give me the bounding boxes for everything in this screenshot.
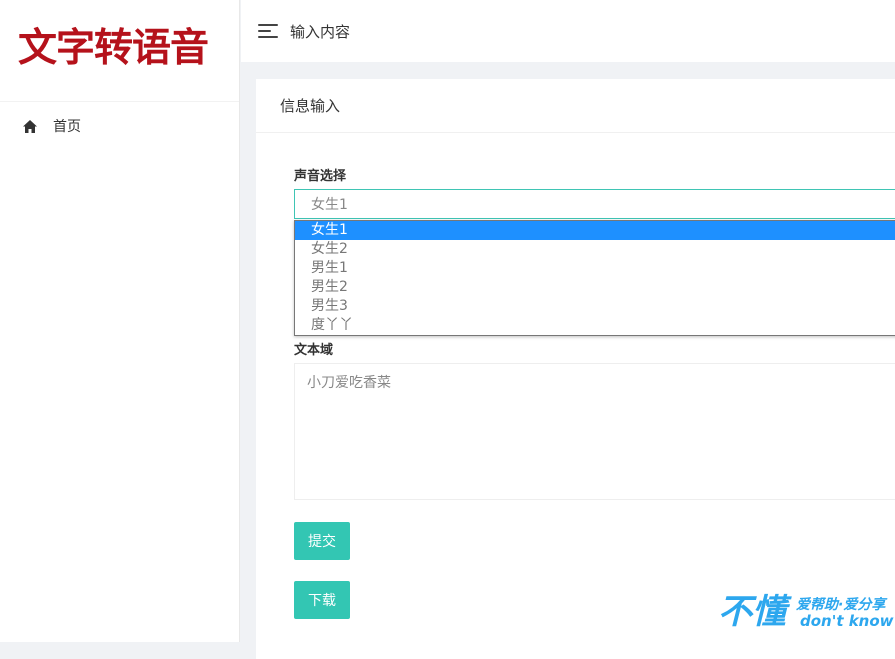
menu-toggle-icon[interactable] (258, 23, 278, 39)
text-input-area[interactable]: 小刀爱吃香菜 (294, 363, 895, 500)
voice-option[interactable]: 男生3 (295, 297, 895, 316)
submit-button[interactable]: 提交 (294, 522, 350, 560)
textarea-label: 文本域 (294, 343, 334, 358)
voice-option[interactable]: 度丫丫 (295, 316, 895, 335)
home-icon (22, 118, 38, 134)
card-title: 信息输入 (256, 79, 895, 133)
info-input-card: 信息输入 声音选择 女生1 女生1 女生2 男生1 男生2 男生3 度丫丫 文本… (256, 79, 895, 659)
sidebar: 文字转语音 首页 (0, 0, 240, 642)
sidebar-item-home[interactable]: 首页 (0, 110, 239, 142)
top-header: 输入内容 (241, 0, 895, 62)
header-title: 输入内容 (290, 22, 351, 41)
voice-select[interactable]: 女生1 (294, 189, 895, 219)
voice-option[interactable]: 女生2 (295, 240, 895, 259)
sidebar-divider (0, 101, 239, 102)
voice-select-label: 声音选择 (294, 169, 347, 184)
download-button[interactable]: 下载 (294, 581, 350, 619)
voice-option[interactable]: 男生2 (295, 278, 895, 297)
voice-option[interactable]: 女生1 (295, 221, 895, 240)
voice-option[interactable]: 男生1 (295, 259, 895, 278)
app-logo: 文字转语音 (18, 26, 209, 71)
voice-dropdown-list: 女生1 女生2 男生1 男生2 男生3 度丫丫 (294, 220, 895, 336)
sidebar-item-label: 首页 (53, 119, 81, 135)
